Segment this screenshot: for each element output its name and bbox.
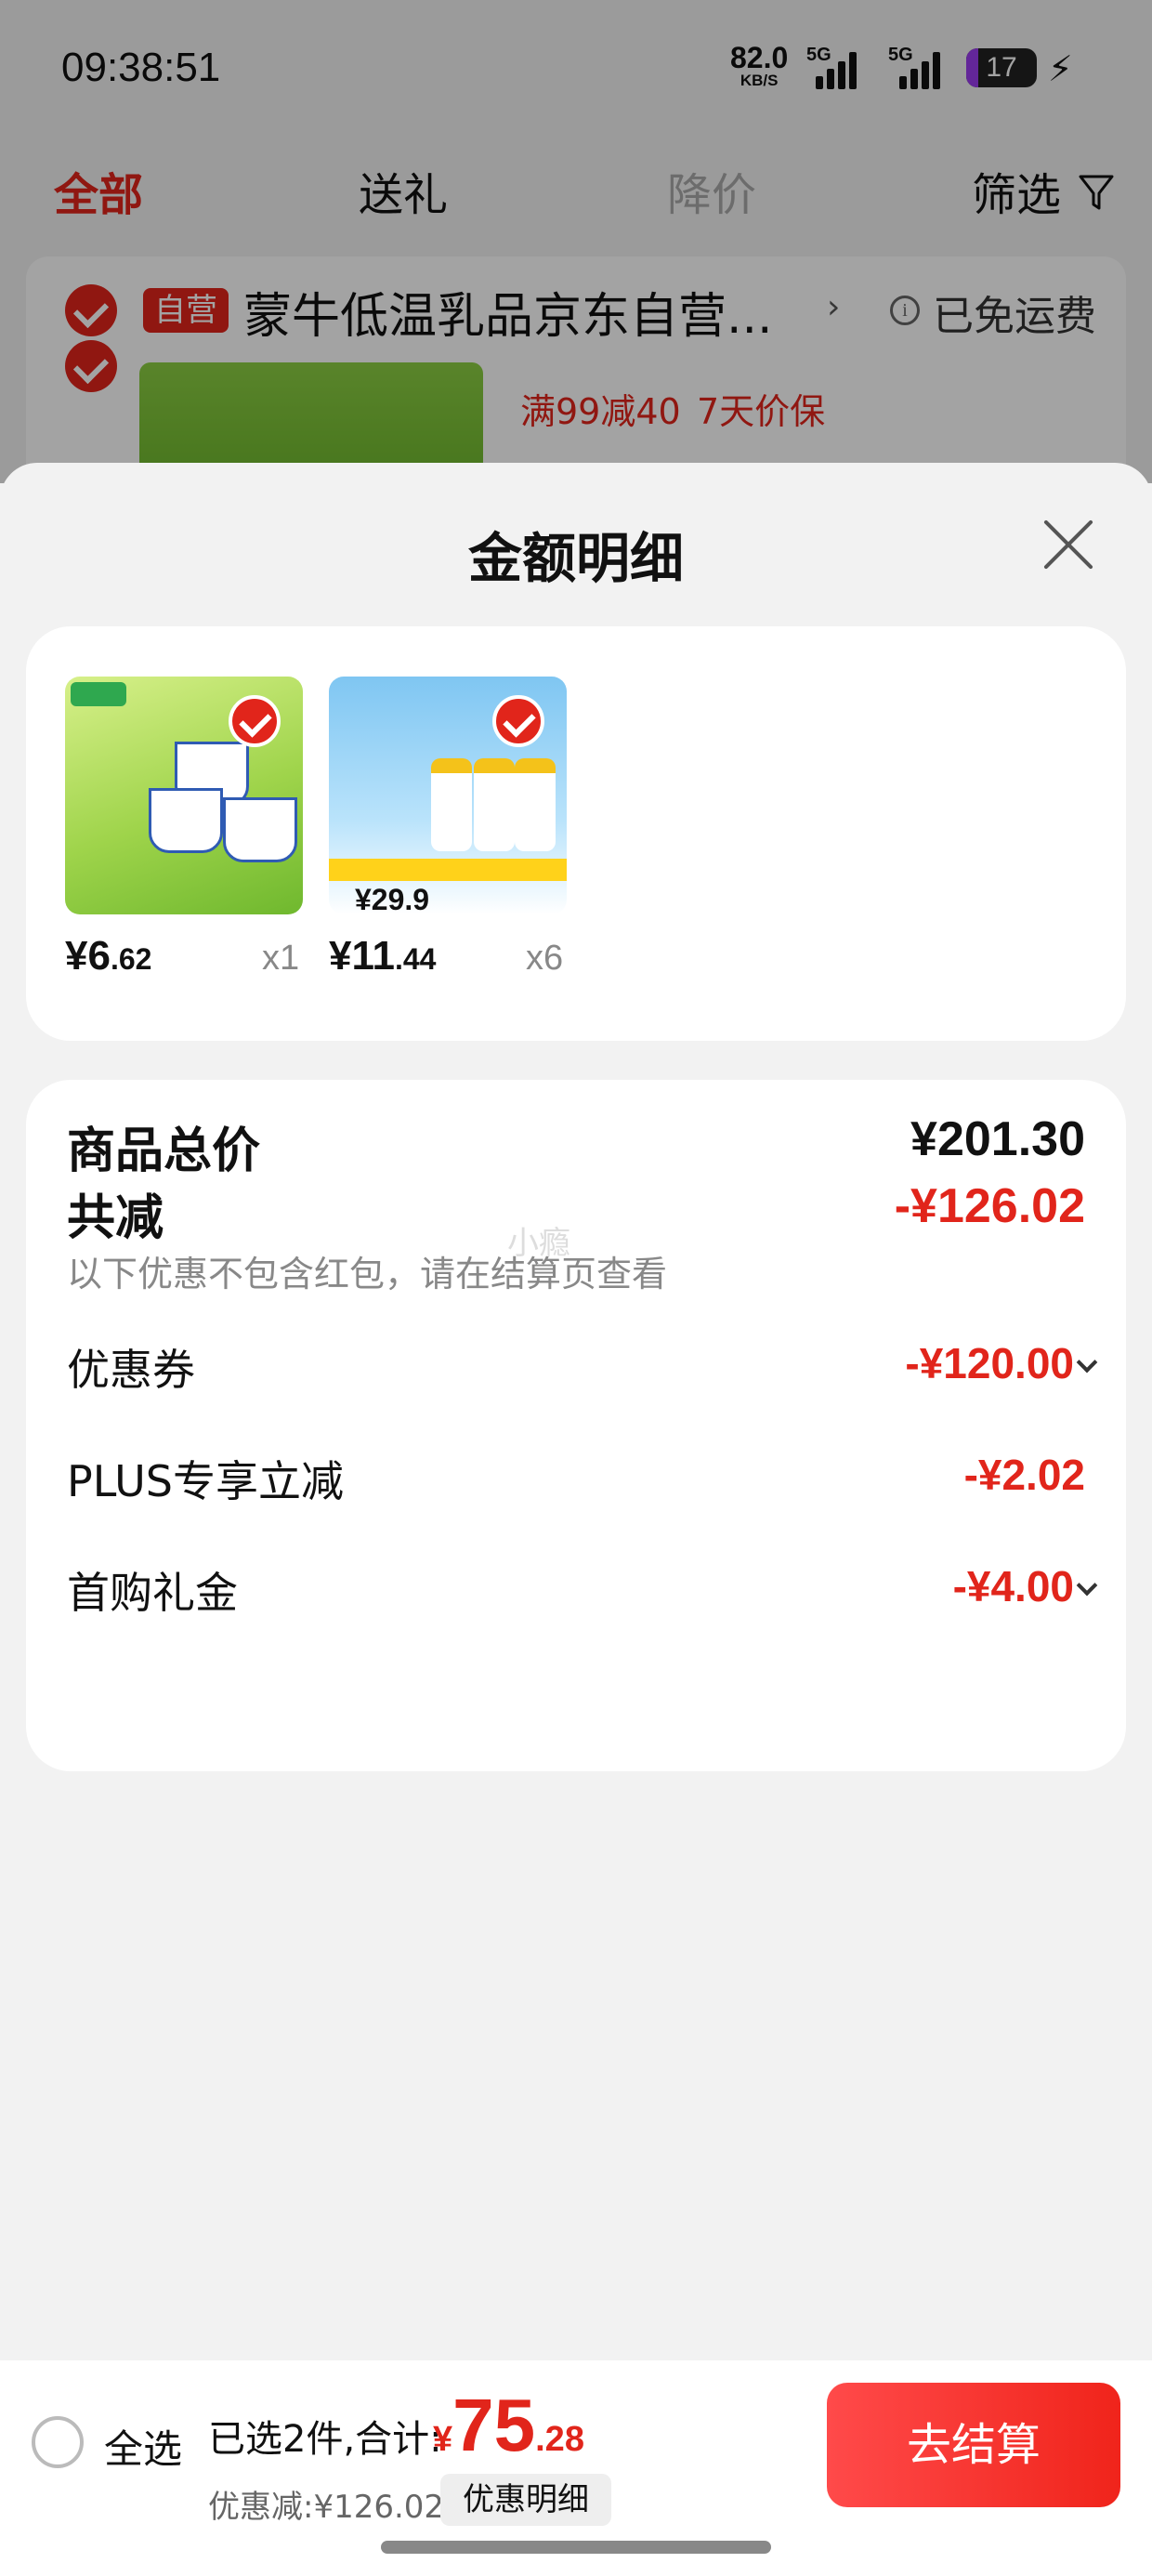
select-all-label[interactable]: 全选 <box>104 2418 182 2475</box>
discount-detail-button[interactable]: 优惠明细 <box>440 2474 611 2526</box>
cart-background: 09:38:51 82.0 KB/S 5G 5G 17 ⚡ 全部 送礼 降价 筛 <box>0 0 1152 535</box>
chevron-down-icon[interactable] <box>1076 1574 1098 1597</box>
product-quantity: x1 <box>262 939 300 978</box>
total-reduction-label: 共减 <box>67 1190 164 1246</box>
total-price-value: ¥201.30 <box>910 1112 1085 1166</box>
total-reduction-value: -¥126.02 <box>894 1179 1085 1233</box>
selected-products-card: ¥6.62 x1 ¥29.9 ¥11.44 x6 <box>26 626 1126 1041</box>
discount-summary: 优惠减:¥126.02 <box>208 2489 445 2526</box>
amount-detail-sheet: 金额明细 ¥6.62 x1 ¥29.9 ¥11.44 x6 商品总价 ¥201.… <box>0 463 1152 2576</box>
plus-discount-value: -¥2.02 <box>963 1451 1085 1499</box>
total-price-label: 商品总价 <box>67 1124 261 1179</box>
product-quantity: x6 <box>526 939 564 978</box>
price-summary-card: 商品总价 ¥201.30 小瘾 共减 -¥126.02 以下优惠不包含红包，请在… <box>26 1080 1126 1771</box>
selected-count: 已选2件,合计: <box>208 2418 442 2461</box>
home-indicator[interactable] <box>381 2541 771 2554</box>
plus-discount-label: PLUS专享立减 <box>67 1456 344 1506</box>
product-check-icon[interactable] <box>229 695 281 747</box>
close-icon[interactable] <box>1041 517 1096 572</box>
chevron-down-icon[interactable] <box>1076 1351 1098 1373</box>
select-all-radio[interactable] <box>32 2416 84 2468</box>
product-check-icon[interactable] <box>492 695 544 747</box>
modal-overlay[interactable] <box>0 0 1152 483</box>
first-purchase-gift-value[interactable]: -¥4.00 <box>953 1561 1074 1611</box>
image-price-label: ¥29.9 <box>355 883 430 914</box>
total-amount: ¥75.28 <box>433 2384 584 2466</box>
product-price: ¥11.44 <box>329 933 437 979</box>
checkout-button[interactable]: 去结算 <box>827 2383 1120 2507</box>
discount-note: 以下优惠不包含红包，请在结算页查看 <box>67 1254 668 1295</box>
sheet-title: 金额明细 <box>467 527 684 590</box>
coupon-label[interactable]: 优惠券 <box>67 1336 195 1398</box>
product-price: ¥6.62 <box>65 933 152 979</box>
coupon-value[interactable]: -¥120.00 <box>905 1338 1074 1388</box>
first-purchase-gift-label[interactable]: 首购礼金 <box>67 1559 238 1621</box>
